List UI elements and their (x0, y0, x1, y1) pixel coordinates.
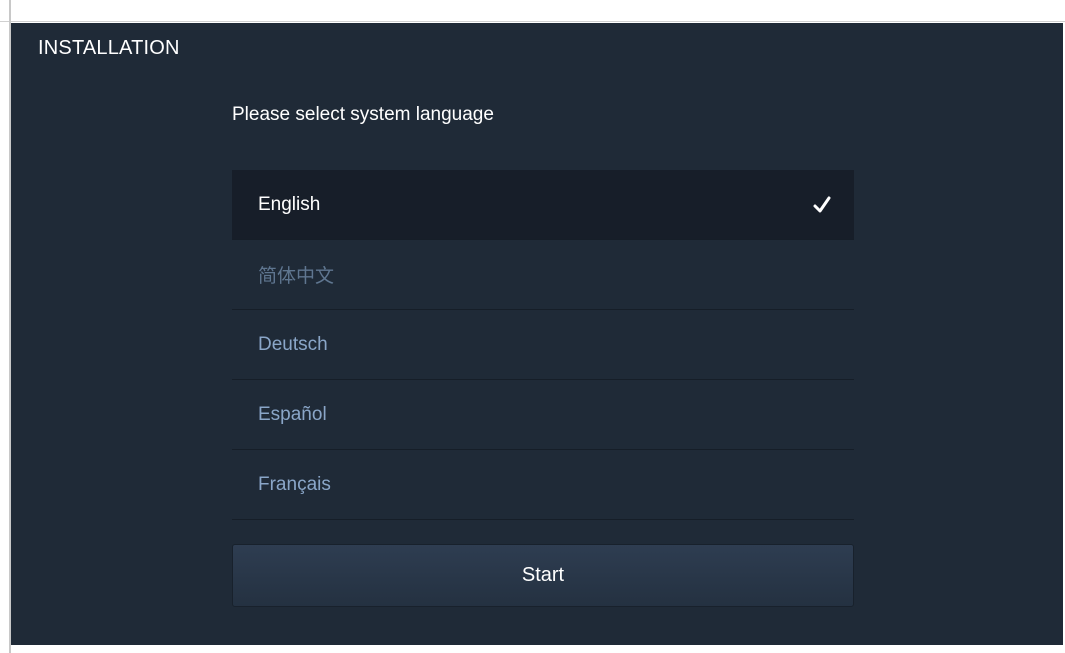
language-option-francais[interactable]: Français (232, 450, 854, 520)
language-option-english[interactable]: English (232, 170, 854, 240)
language-label: Español (258, 403, 327, 425)
language-option-simplified-chinese[interactable]: 简体中文 (232, 240, 854, 310)
window-top-frame (0, 0, 1065, 22)
language-label: Deutsch (258, 333, 328, 355)
start-button[interactable]: Start (232, 544, 854, 607)
language-label: 简体中文 (258, 266, 335, 287)
language-list: English 简体中文 Deutsch Español Français (232, 170, 854, 520)
language-label: English (258, 193, 321, 215)
page-title: INSTALLATION (38, 37, 180, 59)
language-label: Français (258, 473, 331, 495)
checkmark-icon (813, 196, 831, 212)
language-option-espanol[interactable]: Español (232, 380, 854, 450)
language-option-deutsch[interactable]: Deutsch (232, 310, 854, 380)
installation-screen: INSTALLATION Please select system langua… (11, 23, 1063, 645)
language-prompt: Please select system language (232, 104, 494, 125)
